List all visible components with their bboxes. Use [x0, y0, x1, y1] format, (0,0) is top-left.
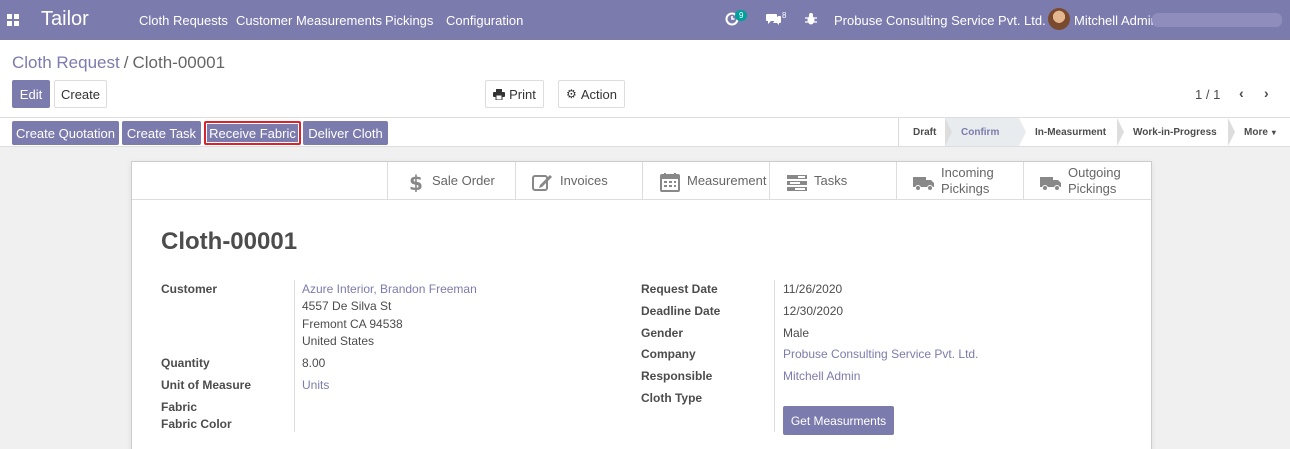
breadcrumb: Cloth Request / Cloth-00001	[12, 53, 225, 73]
bug-icon[interactable]	[805, 12, 817, 26]
calendar-icon	[660, 173, 680, 192]
right-group-divider	[774, 280, 775, 432]
outgoing-pickings-line1: Outgoing	[1068, 165, 1121, 180]
cloth-type-label: Cloth Type	[641, 391, 703, 405]
responsible-label: Responsible	[641, 369, 713, 383]
stage-more-dropdown[interactable]: More ▾	[1228, 118, 1290, 146]
stage-pipeline: Draft Confirm In-Measurment Work-in-Prog…	[898, 118, 1290, 146]
incoming-pickings-line2: Pickings	[941, 181, 990, 196]
incoming-pickings-label: Incoming Pickings	[941, 165, 994, 197]
invoices-smart-button[interactable]: Invoices	[515, 162, 643, 200]
svg-text:$: $	[409, 172, 423, 192]
gear-icon: ⚙	[566, 87, 577, 101]
deliver-cloth-button[interactable]: Deliver Cloth	[303, 121, 388, 145]
responsible-link[interactable]: Mitchell Admin	[783, 369, 860, 383]
uom-link[interactable]: Units	[302, 378, 329, 392]
action-button[interactable]: ⚙ Action	[558, 80, 625, 108]
tasks-label: Tasks	[814, 173, 848, 188]
stage-in-measurment[interactable]: In-Measurment	[1019, 118, 1124, 146]
stage-confirm[interactable]: Confirm	[945, 118, 1026, 146]
stage-draft[interactable]: Draft	[899, 118, 952, 146]
pager-value[interactable]: 1 / 1	[1195, 87, 1220, 102]
customer-link[interactable]: Azure Interior, Brandon Freeman	[302, 282, 477, 296]
edit-icon	[532, 175, 552, 191]
outgoing-pickings-label: Outgoing Pickings	[1068, 165, 1121, 197]
quantity-value: 8.00	[302, 356, 326, 370]
outgoing-pickings-line2: Pickings	[1068, 181, 1117, 196]
print-label: Print	[509, 86, 536, 102]
create-quotation-button[interactable]: Create Quotation	[12, 121, 119, 145]
measurement-smart-button[interactable]: Measurement	[642, 162, 770, 200]
pager-next-icon[interactable]: ›	[1264, 85, 1278, 101]
breadcrumb-separator: /	[123, 53, 129, 72]
stage-work-in-progress[interactable]: Work-in-Progress	[1117, 118, 1235, 146]
tasks-icon	[787, 175, 807, 191]
fabric-label: Fabric	[161, 400, 198, 414]
sale-order-smart-button[interactable]: $ Sale Order	[387, 162, 515, 200]
truck-icon	[1040, 177, 1061, 191]
get-measurements-button[interactable]: Get Measurments	[783, 406, 894, 435]
menu-customer-measurements[interactable]: Customer Measurements	[236, 13, 382, 28]
sale-order-label: Sale Order	[432, 173, 495, 188]
record-title: Cloth-00001	[161, 228, 298, 255]
invoices-label: Invoices	[560, 173, 608, 188]
edit-button[interactable]: Edit	[12, 80, 50, 108]
top-navbar: Tailor Cloth Requests Customer Measureme…	[0, 0, 1290, 40]
customer-address-line1: 4557 De Silva St	[302, 299, 392, 313]
statusbar: Create Quotation Create Task Receive Fab…	[0, 118, 1290, 147]
action-label: Action	[580, 86, 617, 102]
create-task-button[interactable]: Create Task	[122, 121, 201, 145]
menu-cloth-requests[interactable]: Cloth Requests	[139, 13, 228, 28]
stage-work-in-progress-label: Work-in-Progress	[1133, 126, 1217, 138]
blurred-user-detail	[1152, 13, 1282, 27]
breadcrumb-current: Cloth-00001	[132, 53, 226, 72]
deadline-date-value: 12/30/2020	[783, 304, 844, 318]
measurement-label: Measurement	[687, 173, 767, 188]
gender-value: Male	[783, 326, 810, 340]
app-brand[interactable]: Tailor	[41, 8, 89, 31]
apps-grid-icon[interactable]	[7, 14, 19, 26]
form-sheet: $ Sale Order Invoices Measurement Tasks …	[131, 161, 1152, 449]
caret-down-icon: ▾	[1271, 127, 1276, 137]
request-date-label: Request Date	[641, 282, 718, 296]
deadline-date-label: Deadline Date	[641, 304, 721, 318]
dollar-icon: $	[409, 172, 423, 192]
incoming-pickings-smart-button[interactable]: Incoming Pickings	[896, 162, 1024, 200]
company-link[interactable]: Probuse Consulting Service Pvt. Ltd.	[783, 347, 978, 361]
create-button[interactable]: Create	[54, 80, 107, 108]
quantity-label: Quantity	[161, 356, 210, 370]
print-icon	[493, 88, 506, 100]
gender-label: Gender	[641, 326, 684, 340]
smart-button-box: $ Sale Order Invoices Measurement Tasks …	[132, 162, 1151, 200]
activity-badge: 9	[735, 10, 748, 21]
user-menu[interactable]: Mitchell Admin	[1074, 13, 1158, 28]
print-button[interactable]: Print	[485, 80, 544, 108]
user-avatar[interactable]	[1048, 8, 1070, 30]
stage-more-label: More	[1244, 126, 1268, 138]
incoming-pickings-line1: Incoming	[941, 165, 994, 180]
request-date-value: 11/26/2020	[783, 282, 843, 296]
left-group-divider	[294, 280, 295, 432]
menu-pickings[interactable]: Pickings	[385, 13, 433, 28]
truck-icon	[913, 177, 934, 191]
customer-address-line3: United States	[302, 334, 375, 348]
outgoing-pickings-smart-button[interactable]: Outgoing Pickings	[1023, 162, 1151, 200]
tasks-smart-button[interactable]: Tasks	[769, 162, 897, 200]
messages-count: 8	[782, 11, 787, 20]
company-switcher[interactable]: Probuse Consulting Service Pvt. Ltd.	[834, 13, 1046, 28]
uom-label: Unit of Measure	[161, 378, 252, 392]
customer-address-line2: Fremont CA 94538	[302, 317, 403, 331]
receive-fabric-button[interactable]: Receive Fabric	[204, 121, 301, 145]
control-panel: Cloth Request / Cloth-00001 Edit Create Pr…	[0, 40, 1290, 118]
menu-configuration[interactable]: Configuration	[446, 13, 523, 28]
fabric-color-label: Fabric Color	[161, 417, 232, 431]
messages-icon[interactable]	[766, 12, 782, 26]
breadcrumb-parent[interactable]: Cloth Request	[12, 53, 120, 72]
customer-label: Customer	[161, 282, 218, 296]
pager-previous-icon[interactable]: ‹	[1239, 85, 1253, 101]
company-label: Company	[641, 347, 696, 361]
